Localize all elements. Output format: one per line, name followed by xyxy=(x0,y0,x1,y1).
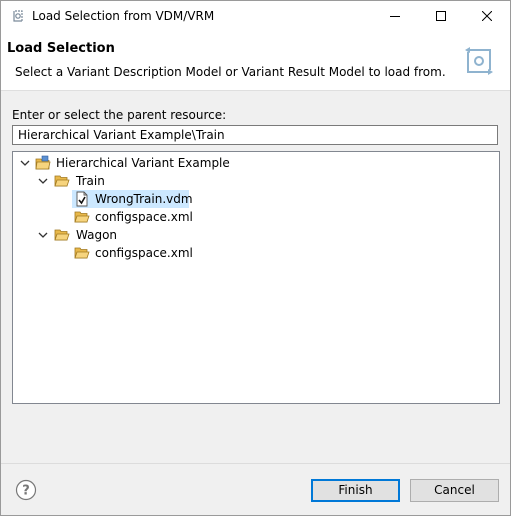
page-title: Load Selection xyxy=(7,41,115,56)
tree-node-config[interactable]: configspace.xml xyxy=(13,208,499,226)
window-title: Load Selection from VDM/VRM xyxy=(32,9,215,23)
chevron-down-icon[interactable] xyxy=(38,226,48,244)
tree-node-label: configspace.xml xyxy=(95,246,193,260)
help-button[interactable]: ? xyxy=(15,479,37,501)
resource-tree[interactable]: Hierarchical Variant Example Train Wrong… xyxy=(12,151,500,404)
wizard-banner-icon xyxy=(461,43,497,79)
tree-node-project[interactable]: Hierarchical Variant Example xyxy=(13,154,499,172)
maximize-button[interactable] xyxy=(418,1,464,31)
chevron-down-icon[interactable] xyxy=(20,154,30,172)
parent-resource-input[interactable] xyxy=(12,125,498,145)
tree-node-label: WrongTrain.vdm xyxy=(95,192,193,206)
footer-separator xyxy=(1,463,510,464)
tree-node-label: Train xyxy=(76,174,105,188)
project-folder-icon xyxy=(35,155,51,171)
tree-node-label: Hierarchical Variant Example xyxy=(56,156,230,170)
tree-node-folder[interactable]: Wagon xyxy=(13,226,499,244)
app-icon xyxy=(10,8,26,24)
page-description: Select a Variant Description Model or Va… xyxy=(15,65,446,79)
finish-button[interactable]: Finish xyxy=(311,479,400,502)
open-folder-icon xyxy=(74,245,90,261)
dialog-window: Load Selection from VDM/VRM Load Selecti… xyxy=(0,0,511,516)
tree-node-folder[interactable]: Train xyxy=(13,172,499,190)
help-glyph: ? xyxy=(22,484,30,499)
vdm-file-icon xyxy=(74,191,90,207)
open-folder-icon xyxy=(54,173,70,189)
title-bar[interactable]: Load Selection from VDM/VRM xyxy=(1,1,510,31)
tree-node-config[interactable]: configspace.xml xyxy=(13,244,499,262)
cancel-button[interactable]: Cancel xyxy=(410,479,499,502)
tree-node-label: configspace.xml xyxy=(95,210,193,224)
help-icon: ? xyxy=(15,479,37,501)
tree-node-label: Wagon xyxy=(76,228,118,242)
parent-resource-label: Enter or select the parent resource: xyxy=(12,108,227,122)
chevron-down-icon[interactable] xyxy=(38,172,48,190)
close-button[interactable] xyxy=(464,1,510,31)
open-folder-icon xyxy=(54,227,70,243)
tree-node-file-selected[interactable]: WrongTrain.vdm xyxy=(13,190,499,208)
minimize-button[interactable] xyxy=(372,1,418,31)
wizard-header: Load Selection Select a Variant Descript… xyxy=(1,31,510,91)
open-folder-icon xyxy=(74,209,90,225)
